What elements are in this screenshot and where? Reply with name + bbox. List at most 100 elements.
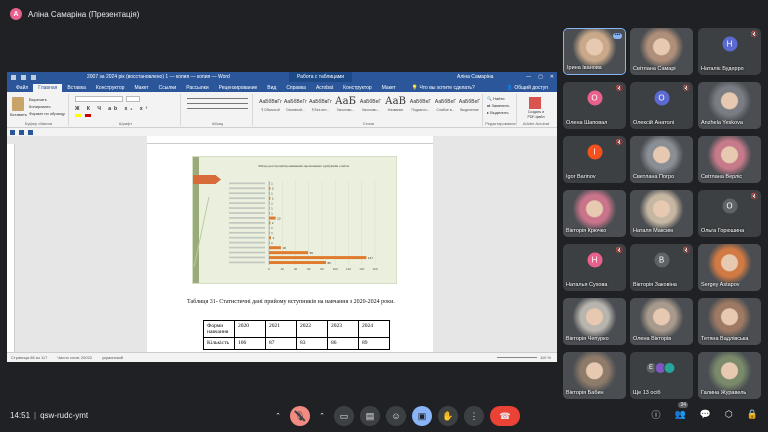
qat-undo-icon[interactable] bbox=[19, 129, 24, 135]
participant-tile[interactable]: Галина Журавель bbox=[698, 352, 761, 399]
tab-file[interactable]: Файл bbox=[11, 84, 33, 92]
chat-icon[interactable]: 💬 bbox=[700, 409, 711, 420]
style-title[interactable]: АаВ Название bbox=[382, 96, 409, 118]
participant-tile[interactable]: Вікторія Чепурко bbox=[563, 298, 626, 345]
tab-help[interactable]: Справка bbox=[281, 84, 311, 92]
select-button[interactable]: ▸ Выделить bbox=[487, 110, 509, 115]
participant-tile[interactable]: Светлана Погро bbox=[630, 136, 693, 183]
tab-review[interactable]: Рецензирование bbox=[214, 84, 263, 92]
tab-mailings[interactable]: Рассылки bbox=[181, 84, 213, 92]
participant-tile[interactable]: Е Ще 13 осіб bbox=[630, 352, 693, 399]
participant-tile[interactable]: I 🔇 Igor Barinov bbox=[563, 136, 626, 183]
camera-options-chevron-icon[interactable]: ⌃ bbox=[316, 406, 328, 426]
style-emphasis[interactable]: АаБбВеГ Выделение bbox=[456, 96, 483, 118]
tab-design[interactable]: Конструктор bbox=[91, 84, 130, 92]
replace-button[interactable]: ⇄ Заменить bbox=[487, 103, 509, 108]
tell-me-text: Что вы хотите сделать? bbox=[419, 85, 475, 91]
participant-tile[interactable]: Тетяна Вадлівська bbox=[698, 298, 761, 345]
style-heading-2[interactable]: АаБбВеГ Заголово... bbox=[357, 96, 384, 118]
tab-table-layout[interactable]: Макет bbox=[377, 84, 401, 92]
activities-icon[interactable]: ⬡ bbox=[725, 409, 733, 420]
paste-icon[interactable] bbox=[12, 97, 24, 111]
data-label: 1 bbox=[271, 201, 273, 205]
participant-name: Світлана Самарі bbox=[633, 66, 676, 72]
participant-tile[interactable]: Світлана Самарі bbox=[630, 28, 693, 75]
participant-tile[interactable]: О 🔇 Олексій Анатолі bbox=[630, 82, 693, 129]
font-color-buttons[interactable] bbox=[75, 114, 91, 117]
participant-tile[interactable]: В 🔇 Вікторія Заковіна bbox=[630, 244, 693, 291]
tab-acrobat[interactable]: Acrobat bbox=[311, 84, 338, 92]
tab-insert[interactable]: Вставка bbox=[62, 84, 91, 92]
minimize-icon[interactable]: — bbox=[526, 74, 531, 80]
participant-tile[interactable]: ••• Ірина Іванова bbox=[563, 28, 626, 75]
data-label: 3 bbox=[272, 236, 274, 240]
mic-options-chevron-icon[interactable]: ⌃ bbox=[272, 406, 284, 426]
style-subtitle[interactable]: АаБбВеГ Подзагол... bbox=[407, 96, 434, 118]
style-normal[interactable]: АаБбВвГг ¶ Обычный bbox=[257, 96, 284, 118]
participant-tile[interactable]: Н 🔇 Наталья Сухова bbox=[563, 244, 626, 291]
paste-label: Вставить bbox=[10, 112, 27, 117]
camera-icon[interactable]: ▭ bbox=[334, 406, 354, 426]
qat-redo-icon[interactable] bbox=[28, 129, 33, 135]
format-buttons[interactable]: Ж К Ч ab x₂ x² bbox=[75, 106, 150, 112]
info-icon[interactable]: ⓘ bbox=[651, 408, 660, 421]
tab-home[interactable]: Главная bbox=[33, 84, 63, 92]
end-call-icon[interactable]: ☎ bbox=[490, 406, 520, 426]
find-button[interactable]: 🔍 Найти bbox=[487, 96, 505, 101]
cut-button[interactable]: Вырезать bbox=[29, 97, 47, 102]
tab-table-design[interactable]: Конструктор bbox=[338, 84, 377, 92]
participant-tile[interactable]: Вікторія Бабин bbox=[563, 352, 626, 399]
font-size-select[interactable] bbox=[126, 96, 140, 102]
style-heading-1[interactable]: АаБ Заголово... bbox=[332, 96, 359, 118]
font-name-select[interactable] bbox=[75, 96, 123, 102]
copy-button[interactable]: Копировать bbox=[29, 104, 51, 109]
share-button[interactable]: 👤 Общий доступ bbox=[504, 84, 551, 92]
style-no-spacing[interactable]: АаБбВвГг ¶ Без инт... bbox=[307, 96, 334, 118]
captions-icon[interactable]: ▤ bbox=[360, 406, 380, 426]
context-tab: Работа с таблицами bbox=[289, 72, 353, 82]
tell-me-search[interactable]: 💡 Что вы хотите сделать? bbox=[409, 84, 478, 92]
participant-tile[interactable]: Наталя Максим bbox=[630, 190, 693, 237]
present-icon[interactable]: ▣ bbox=[412, 406, 432, 426]
paragraph-buttons[interactable] bbox=[187, 98, 248, 113]
participant-tile[interactable]: Вікторія Крючко bbox=[563, 190, 626, 237]
chart-bar bbox=[269, 261, 326, 265]
participant-tile[interactable]: Sergey Astapov bbox=[698, 244, 761, 291]
mic-off-icon[interactable]: 🎙 bbox=[290, 406, 310, 426]
style-subtle-emphasis[interactable]: АаБбВеГ Слабое в... bbox=[432, 96, 459, 118]
zoom-slider[interactable] bbox=[496, 357, 537, 358]
shared-screen[interactable]: 2007 за 2024 рік (восстановлено) 1 — коп… bbox=[7, 72, 557, 362]
zoom-control[interactable]: 110 % bbox=[496, 355, 551, 360]
tab-layout[interactable]: Макет bbox=[129, 84, 153, 92]
chart-bar bbox=[269, 186, 271, 190]
participant-tile[interactable]: Anzhela Yeskova bbox=[698, 82, 761, 129]
pdf-icon[interactable] bbox=[529, 97, 541, 109]
more-options-icon[interactable]: ••• bbox=[613, 33, 622, 39]
participant-tile[interactable]: Олена Вікторів bbox=[630, 298, 693, 345]
raise-hand-icon[interactable]: ✋ bbox=[438, 406, 458, 426]
share-label: Общий доступ bbox=[514, 85, 548, 91]
mic-muted-icon: 🔇 bbox=[615, 248, 623, 254]
more-options-icon[interactable]: ⋮ bbox=[464, 406, 484, 426]
close-icon[interactable]: ✕ bbox=[550, 74, 554, 80]
people-icon[interactable]: 👥 34 bbox=[674, 402, 689, 420]
document-page[interactable]: Місце реєстрації проживання зарахованих … bbox=[147, 144, 433, 358]
host-controls-icon[interactable]: 🔒 bbox=[747, 409, 758, 420]
participant-tile[interactable]: Світлана Верліс bbox=[698, 136, 761, 183]
qat-save-icon[interactable] bbox=[10, 129, 15, 135]
save-icon[interactable] bbox=[11, 74, 16, 80]
participant-tile[interactable]: Н 🔇 Наталіє Будерро bbox=[698, 28, 761, 75]
emoji-icon[interactable]: ☺ bbox=[386, 406, 406, 426]
participant-tile[interactable]: О 🔇 Ольга Горюшина bbox=[698, 190, 761, 237]
format-painter-button[interactable]: Формат по образцу bbox=[29, 111, 65, 116]
redo-icon[interactable] bbox=[31, 74, 36, 80]
tab-view[interactable]: Вид bbox=[262, 84, 281, 92]
x-tick-label: 120 bbox=[346, 267, 351, 271]
admission-table: Форми навчання 2020 2021 2022 2023 2024 … bbox=[203, 320, 390, 350]
undo-icon[interactable] bbox=[21, 74, 26, 80]
font-label: Шрифт bbox=[118, 121, 133, 126]
maximize-icon[interactable]: ▢ bbox=[538, 74, 543, 80]
tab-references[interactable]: Ссылки bbox=[154, 84, 182, 92]
style-body[interactable]: АаБбВеГг Основной... bbox=[282, 96, 309, 118]
participant-tile[interactable]: О 🔇 Олена Шаповал bbox=[563, 82, 626, 129]
